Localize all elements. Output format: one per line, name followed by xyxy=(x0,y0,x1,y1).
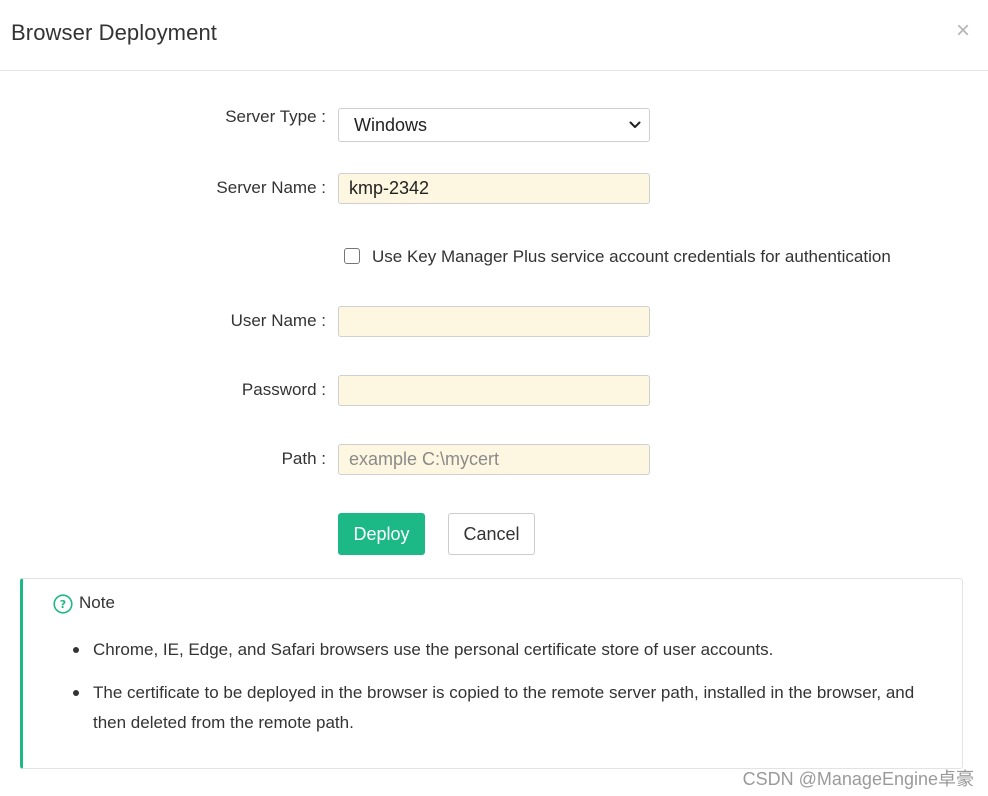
note-title: Note xyxy=(79,593,115,612)
path-input[interactable] xyxy=(338,444,650,475)
dialog-title: Browser Deployment xyxy=(11,20,217,45)
note-list: Chrome, IE, Edge, and Safari browsers us… xyxy=(73,635,943,751)
note-box: ? Note Chrome, IE, Edge, and Safari brow… xyxy=(20,578,963,769)
server-name-input[interactable] xyxy=(338,173,650,204)
deploy-button[interactable]: Deploy xyxy=(338,513,425,555)
service-account-checkbox[interactable] xyxy=(344,248,360,264)
question-circle-icon: ? xyxy=(53,594,73,614)
path-label: Path : xyxy=(281,449,326,468)
dialog-header: Browser Deployment × xyxy=(0,0,988,71)
password-label: Password : xyxy=(241,380,326,399)
server-name-label: Server Name : xyxy=(216,178,326,197)
service-account-checkbox-label[interactable]: Use Key Manager Plus service account cre… xyxy=(372,247,891,267)
browser-deployment-dialog: Browser Deployment × Server Type : Windo… xyxy=(0,0,988,796)
cancel-button[interactable]: Cancel xyxy=(448,513,535,555)
server-type-select[interactable]: Windows xyxy=(338,108,650,142)
chevron-down-icon xyxy=(629,121,641,128)
close-icon[interactable]: × xyxy=(954,19,972,43)
server-type-label: Server Type : xyxy=(225,107,326,126)
svg-text:?: ? xyxy=(60,598,66,611)
server-type-selected-value: Windows xyxy=(354,115,428,135)
note-item: The certificate to be deployed in the br… xyxy=(73,678,943,738)
user-name-input[interactable] xyxy=(338,306,650,337)
user-name-label: User Name : xyxy=(230,311,326,330)
note-item: Chrome, IE, Edge, and Safari browsers us… xyxy=(73,635,943,665)
watermark: CSDN @ManageEngine卓豪 xyxy=(742,769,974,789)
password-input[interactable] xyxy=(338,375,650,406)
